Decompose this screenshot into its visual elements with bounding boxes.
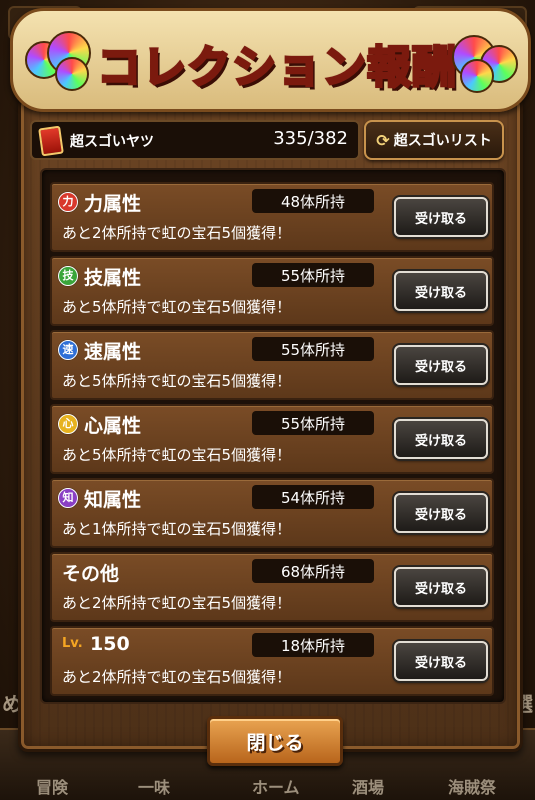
claim-button[interactable]: 受け取る bbox=[394, 641, 488, 681]
reward-row-intellect: 知 知属性 54体所持 あと1体所持で虹の宝石5個獲得！ 受け取る bbox=[50, 478, 494, 548]
reward-row-technique: 技 技属性 55体所持 あと5体所持で虹の宝石5個獲得！ 受け取る bbox=[50, 256, 494, 326]
owned-count-badge: 55体所持 bbox=[252, 411, 374, 435]
row-title: 心属性 bbox=[84, 415, 142, 437]
reward-row-speed: 速 速属性 55体所持 あと5体所持で虹の宝石5個獲得！ 受け取る bbox=[50, 330, 494, 400]
owned-count-badge: 68体所持 bbox=[252, 559, 374, 583]
power-attribute-icon: 力 bbox=[58, 192, 78, 212]
refresh-icon: ⟳ bbox=[376, 130, 390, 150]
nav-item-crew[interactable]: 一味 bbox=[138, 774, 170, 798]
nav-item-tavern[interactable]: 酒場 bbox=[352, 774, 384, 798]
super-list-button[interactable]: ⟳ 超スゴいリスト bbox=[364, 120, 504, 160]
close-button[interactable]: 閉じる bbox=[207, 716, 343, 766]
owned-count-badge: 48体所持 bbox=[252, 189, 374, 213]
row-description: あと1体所持で虹の宝石5個獲得！ bbox=[62, 520, 292, 538]
title-banner: コレクション報酬 bbox=[10, 8, 531, 112]
reward-list[interactable]: 力 力属性 48体所持 あと2体所持で虹の宝石5個獲得！ 受け取る 技 技属性 … bbox=[40, 168, 506, 704]
row-description: あと2体所持で虹の宝石5個獲得！ bbox=[62, 668, 292, 686]
claim-button[interactable]: 受け取る bbox=[394, 419, 488, 459]
row-title: 速属性 bbox=[84, 341, 142, 363]
row-description: あと5体所持で虹の宝石5個獲得！ bbox=[62, 298, 292, 316]
row-description: あと2体所持で虹の宝石5個獲得！ bbox=[62, 224, 292, 242]
nav-item-pirate-festival[interactable]: 海賊祭 bbox=[448, 774, 496, 798]
row-title: 技属性 bbox=[84, 267, 142, 289]
row-title: 知属性 bbox=[84, 489, 142, 511]
speed-attribute-icon: 速 bbox=[58, 340, 78, 360]
nav-item-home[interactable]: ホーム bbox=[252, 774, 300, 798]
collection-header: 超スゴいヤツ 335/382 bbox=[30, 120, 360, 160]
level-prefix-label: Lv. bbox=[62, 636, 83, 651]
reward-row-power: 力 力属性 48体所持 あと2体所持で虹の宝石5個獲得！ 受け取る bbox=[50, 182, 494, 252]
claim-button[interactable]: 受け取る bbox=[394, 197, 488, 237]
owned-count-badge: 55体所持 bbox=[252, 337, 374, 361]
card-icon bbox=[38, 125, 64, 157]
intellect-attribute-icon: 知 bbox=[58, 488, 78, 508]
claim-button[interactable]: 受け取る bbox=[394, 271, 488, 311]
nav-item-adventure[interactable]: 冒険 bbox=[36, 774, 68, 798]
rainbow-gem-icon bbox=[25, 31, 95, 91]
row-title: 150 bbox=[90, 633, 130, 655]
claim-button[interactable]: 受け取る bbox=[394, 493, 488, 533]
row-title: 力属性 bbox=[84, 193, 142, 215]
dialog-title: コレクション報酬 bbox=[96, 41, 458, 95]
row-description: あと2体所持で虹の宝石5個獲得！ bbox=[62, 594, 292, 612]
claim-button[interactable]: 受け取る bbox=[394, 567, 488, 607]
row-description: あと5体所持で虹の宝石5個獲得！ bbox=[62, 446, 292, 464]
reward-row-other: その他 68体所持 あと2体所持で虹の宝石5個獲得！ 受け取る bbox=[50, 552, 494, 622]
super-list-button-label: 超スゴいリスト bbox=[393, 133, 492, 149]
collection-count: 335/382 bbox=[273, 128, 348, 149]
row-description: あと5体所持で虹の宝石5個獲得！ bbox=[62, 372, 292, 390]
collection-category-label: 超スゴいヤツ bbox=[70, 134, 154, 150]
claim-button[interactable]: 受け取る bbox=[394, 345, 488, 385]
reward-row-level: Lv. 150 18体所持 あと2体所持で虹の宝石5個獲得！ 受け取る bbox=[50, 626, 494, 696]
heart-attribute-icon: 心 bbox=[58, 414, 78, 434]
rainbow-gem-icon bbox=[446, 31, 518, 93]
row-title: その他 bbox=[62, 563, 120, 585]
technique-attribute-icon: 技 bbox=[58, 266, 78, 286]
owned-count-badge: 54体所持 bbox=[252, 485, 374, 509]
owned-count-badge: 18体所持 bbox=[252, 633, 374, 657]
reward-row-heart: 心 心属性 55体所持 あと5体所持で虹の宝石5個獲得！ 受け取る bbox=[50, 404, 494, 474]
owned-count-badge: 55体所持 bbox=[252, 263, 374, 287]
